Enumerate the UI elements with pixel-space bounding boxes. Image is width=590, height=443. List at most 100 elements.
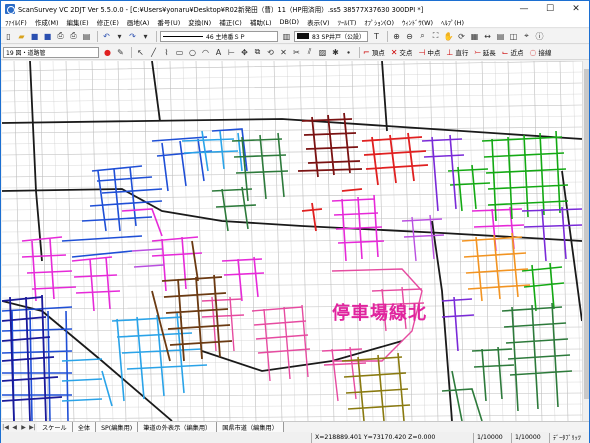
pen-icon[interactable]: ✎ (115, 47, 126, 58)
rectangle-tool-icon[interactable]: ▭ (174, 47, 185, 58)
symbol-style-value: 83 SP井戸（公設） (312, 33, 365, 41)
save-icon[interactable]: ■ (29, 31, 40, 42)
menu-view[interactable]: 表示(V) (307, 17, 330, 27)
perpendicular-snap-icon: ⊥ (446, 47, 454, 57)
title-bar[interactable]: ScanSurvey VC 2DJT Ver 5.5.0.0 - [C:¥Use… (1, 1, 589, 16)
delete-tool-icon[interactable]: ✕ (278, 47, 289, 58)
vertical-scrollbar[interactable] (582, 61, 589, 421)
midpoint-snap-icon: ⊣ (418, 47, 426, 57)
print-preview-icon[interactable]: ⎙ (68, 31, 79, 42)
menu-parcel[interactable]: 画地(A) (127, 17, 150, 27)
color-picker-icon[interactable]: ● (102, 47, 113, 58)
menu-modify[interactable]: 修正(E) (97, 17, 119, 27)
layer-combo-value: 19 図・道路管 (6, 49, 46, 57)
select-icon[interactable]: ↖ (135, 47, 146, 58)
scrollbar-thumb[interactable] (584, 69, 589, 399)
print-icon[interactable]: ⎙ (55, 31, 66, 42)
district-name-label: 停車場線北 (332, 303, 427, 324)
text-style-icon[interactable]: T (371, 31, 382, 42)
measure-icon[interactable]: ↔ (482, 31, 493, 42)
menu-bar: ﾌｧｲﾙ(F) 作成(M) 編集(E) 修正(E) 画地(A) 番号(U) 変換… (1, 16, 589, 28)
new-file-icon[interactable]: ▯ (3, 31, 14, 42)
menu-options[interactable]: ｵﾌﾟｼｮﾝ(O) (364, 17, 394, 27)
properties-icon[interactable]: ▤ (495, 31, 506, 42)
menu-correct[interactable]: 補正(C) (219, 17, 242, 27)
vertex-snap-icon: ⌐ (363, 47, 370, 57)
snap-nearest-button[interactable]: ⌙ 近点 (502, 47, 524, 58)
trim-tool-icon[interactable]: ✂ (291, 47, 302, 58)
tab-road-display[interactable]: 筆道の外表示（編集用） (138, 422, 218, 432)
snap-intersection-button[interactable]: ✕ 交点 (391, 47, 413, 58)
menu-tools[interactable]: ﾂｰﾙ(T) (338, 17, 357, 27)
arc-tool-icon[interactable]: ◠ (200, 47, 211, 58)
tab-sp-edit[interactable]: SP(編集用) (96, 422, 139, 432)
grid-icon[interactable]: ▦ (469, 31, 480, 42)
rotate-tool-icon[interactable]: ⟲ (265, 47, 276, 58)
menu-convert[interactable]: 変換(N) (188, 17, 211, 27)
zoom-in-icon[interactable]: ⊕ (391, 31, 402, 42)
menu-db[interactable]: DB(D) (280, 18, 300, 26)
line-tool-icon[interactable]: ╱ (148, 47, 159, 58)
snap-perpendicular-button[interactable]: ⊥ 直行 (446, 47, 468, 58)
tab-all[interactable]: 全体 (72, 422, 97, 432)
fill-style-icon[interactable]: ▥ (281, 31, 292, 42)
snap-icon[interactable]: ⌖ (521, 31, 532, 42)
pan-icon[interactable]: ✋ (443, 31, 454, 42)
menu-file[interactable]: ﾌｧｲﾙ(F) (5, 17, 27, 27)
text-tool-icon[interactable]: A (213, 47, 224, 58)
menu-assist[interactable]: 補助(L) (250, 17, 272, 27)
layer-icon[interactable]: ◫ (508, 31, 519, 42)
menu-edit[interactable]: 編集(E) (67, 17, 89, 27)
export-icon[interactable]: ▤ (81, 31, 92, 42)
info-icon[interactable]: ⓘ (534, 31, 545, 42)
snap-toolbar: 19 図・道路管 ● ✎ ↖ ╱ ⌇ ▭ ○ ◠ A ⊢ ✥ ⧉ ⟲ ✕ ✂ ⫽… (1, 45, 589, 60)
tab-prev-icon[interactable]: ◀ (10, 423, 19, 432)
menu-help[interactable]: ﾍﾙﾌﾟ(H) (441, 17, 464, 27)
tab-scale[interactable]: スケール (37, 422, 73, 432)
minimize-button[interactable]: — (511, 1, 537, 16)
snap-perpendicular-label: 直行 (455, 49, 469, 57)
tab-national-road[interactable]: 国県市道（編集用） (217, 422, 284, 432)
undo-icon[interactable]: ↶ (101, 31, 112, 42)
dimension-tool-icon[interactable]: ⊢ (226, 47, 237, 58)
snap-vertex-button[interactable]: ⌐ 頂点 (363, 47, 385, 58)
tab-first-icon[interactable]: |◀ (1, 423, 10, 432)
snap-midpoint-button[interactable]: ⊣ 中点 (418, 47, 440, 58)
tab-next-icon[interactable]: ▶ (19, 423, 28, 432)
redraw-icon[interactable]: ⟳ (456, 31, 467, 42)
status-bar: X=218889.401 Y=73170.420 Z=0.000 1/10000… (1, 432, 589, 443)
main-toolbar: ▯ ▰ ■ ■ ⎙ ⎙ ▤ ↶ ▾ ↷ ▾ 46 主地番ＳＰ ▥ 83 SP井戸… (1, 29, 589, 44)
copy-tool-icon[interactable]: ⧉ (252, 47, 263, 58)
toolbar-separator (387, 30, 388, 42)
circle-tool-icon[interactable]: ○ (187, 47, 198, 58)
zoom-out-icon[interactable]: ⊖ (404, 31, 415, 42)
redo-icon[interactable]: ↷ (127, 31, 138, 42)
maximize-button[interactable]: ☐ (537, 1, 563, 16)
app-icon (5, 3, 15, 14)
zoom-all-icon[interactable]: ⛶ (430, 31, 441, 42)
zoom-window-icon[interactable]: ⌕ (417, 31, 428, 42)
open-folder-icon[interactable]: ▰ (16, 31, 27, 42)
tab-last-icon[interactable]: ▶| (28, 423, 37, 432)
move-tool-icon[interactable]: ✥ (239, 47, 250, 58)
district-light-blue (61, 130, 243, 407)
symbol-style-combo[interactable]: 83 SP井戸（公設） (294, 30, 368, 42)
polyline-tool-icon[interactable]: ⌇ (161, 47, 172, 58)
line-style-combo[interactable]: 46 主地番ＳＰ (160, 30, 278, 42)
layer-combo[interactable]: 19 図・道路管 (3, 46, 99, 58)
snap-tangent-button[interactable]: ◌ 接線 (529, 47, 551, 58)
menu-create[interactable]: 作成(M) (35, 17, 59, 27)
point-tool-icon[interactable]: ∙ (343, 47, 354, 58)
offset-tool-icon[interactable]: ⫽ (304, 47, 315, 58)
mode-indicator: ﾃﾞｰﾀﾌﾞﾘｯﾂ (549, 432, 589, 443)
redo-dropdown-icon[interactable]: ▾ (140, 31, 151, 42)
close-button[interactable]: ✕ (563, 1, 589, 16)
undo-dropdown-icon[interactable]: ▾ (114, 31, 125, 42)
map-canvas[interactable]: 停車場線北 (2, 61, 582, 421)
menu-number[interactable]: 番号(U) (157, 17, 180, 27)
menu-window[interactable]: ｳｨﾝﾄﾞｳ(W) (402, 17, 433, 27)
symbol-tool-icon[interactable]: ✱ (330, 47, 341, 58)
hatch-tool-icon[interactable]: ▨ (317, 47, 328, 58)
save-as-icon[interactable]: ■ (42, 31, 53, 42)
snap-extension-button[interactable]: ⤚ 延長 (474, 47, 495, 58)
